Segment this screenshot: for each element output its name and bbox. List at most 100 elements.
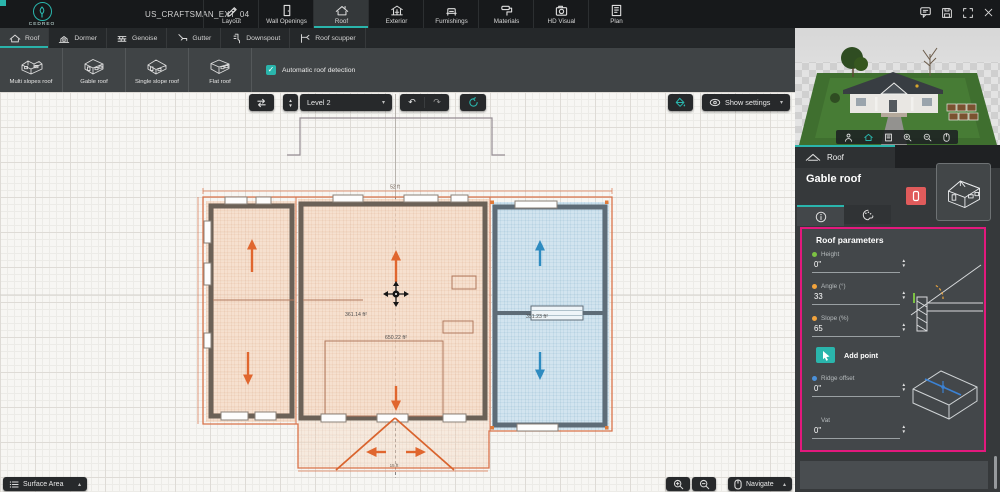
panel-tab-roof[interactable]: Roof	[795, 145, 895, 168]
zoom-in-icon	[673, 479, 684, 490]
list-icon	[9, 480, 19, 489]
checkbox-checked[interactable]: ✓	[266, 65, 276, 75]
tab-hd-visual[interactable]: HD Visual	[533, 0, 589, 28]
close-icon[interactable]	[983, 7, 994, 18]
angle-input[interactable]: 33	[812, 292, 900, 305]
panel-title: Gable roof	[806, 173, 861, 185]
top-bar: CEDREO US_CRAFTSMAN_EXT_04 Layout Wall O…	[0, 0, 1000, 28]
field-vat: Vat 0" ▲▼	[812, 417, 908, 439]
feedback-icon[interactable]	[919, 6, 932, 19]
field-angle: Angle (°) 33 ▲▼	[812, 283, 908, 305]
roof-icon	[805, 152, 821, 164]
tab-exterior[interactable]: Exterior	[368, 0, 424, 28]
cedreo-app: CEDREO US_CRAFTSMAN_EXT_04 Layout Wall O…	[0, 0, 1000, 492]
plan-view-icon[interactable]	[884, 133, 893, 142]
navigate-button[interactable]: Navigate ▴	[728, 477, 792, 491]
tab-furnishings[interactable]: Furnishings	[423, 0, 479, 28]
undo-button[interactable]: ↶	[400, 97, 425, 108]
cursor-click-icon	[816, 347, 835, 363]
area-label-middle: 650.22 ft²	[385, 335, 407, 341]
area-label-right: 351.23 ft²	[526, 314, 548, 320]
tab-layout[interactable]: Layout	[203, 0, 259, 28]
collapsed-section[interactable]	[800, 461, 988, 489]
tool-gable-roof[interactable]: Gable roof	[63, 48, 126, 92]
camera-icon	[555, 4, 568, 17]
porch-dimension-label: 15 ft	[390, 463, 400, 468]
roof-parameters-title: Roof parameters	[816, 235, 884, 245]
mouse-icon[interactable]	[943, 133, 950, 142]
roof-ribbon: Roof Dormer Genoise Gutter Downspout Roo…	[0, 28, 795, 48]
tab-wall-openings[interactable]: Wall Openings	[258, 0, 314, 28]
gable-house-icon	[943, 172, 985, 212]
tab-plan[interactable]: Plan	[588, 0, 644, 28]
ridge-offset-input[interactable]: 0"	[812, 384, 900, 397]
sofa-icon	[445, 4, 458, 17]
chevron-up-icon: ▴	[783, 481, 786, 488]
auto-roof-refresh-button[interactable]	[460, 94, 486, 111]
area-label-left: 361.14 ft²	[345, 312, 367, 318]
panel-scrollbar[interactable]	[994, 456, 997, 489]
redo-button[interactable]: ↷	[425, 97, 449, 108]
save-icon[interactable]	[941, 7, 953, 19]
3d-preview[interactable]	[795, 28, 1000, 145]
ribbon-tab-gutter[interactable]: Gutter	[167, 28, 221, 48]
roof-tools-bar: Multi slopes roof Gable roof Single slop…	[0, 48, 795, 92]
building-icon	[390, 4, 404, 17]
ribbon-tab-dormer[interactable]: Dormer	[49, 28, 107, 48]
tool-multi-slopes-roof[interactable]: Multi slopes roof	[0, 48, 63, 92]
undo-redo-group: ↶ ↷	[400, 94, 449, 111]
tab-roof[interactable]: Roof	[313, 0, 369, 28]
vat-input[interactable]: 0"	[812, 426, 900, 439]
height-input[interactable]: 0"	[812, 260, 900, 273]
paint-roller-icon	[500, 4, 513, 17]
floor-plan-drawing: 52 ft	[0, 90, 795, 492]
ribbon-tab-roof[interactable]: Roof	[0, 28, 49, 48]
top-dimension-label: 52 ft	[390, 185, 400, 191]
zoom-out-button[interactable]	[692, 477, 716, 491]
tab-materials[interactable]: Materials	[478, 0, 534, 28]
paint-roof-button[interactable]	[668, 94, 693, 111]
gutter-icon	[176, 33, 188, 44]
ridge-offset-diagram	[903, 357, 987, 427]
blueprint-icon	[610, 4, 623, 17]
level-stepper[interactable]: ▲▼	[283, 94, 298, 111]
slope-input[interactable]: 65	[812, 324, 900, 337]
ribbon-tab-downspout[interactable]: Downspout	[221, 28, 290, 48]
level-dropdown[interactable]: Level 2 ▾	[300, 94, 392, 111]
delete-roof-button[interactable]	[906, 187, 926, 205]
fullscreen-icon[interactable]	[962, 7, 974, 19]
eraser-icon	[911, 190, 921, 202]
surface-area-button[interactable]: Surface Area ▴	[3, 477, 87, 491]
roof-section-left[interactable]	[206, 201, 296, 422]
height-status-dot	[812, 252, 817, 257]
angle-status-dot	[812, 284, 817, 289]
slope-status-dot	[812, 316, 817, 321]
chevron-up-icon: ▴	[78, 481, 81, 488]
roof-type-thumbnail[interactable]	[936, 163, 991, 221]
door-icon	[280, 4, 293, 17]
3d-scene	[795, 28, 1000, 145]
add-point-button[interactable]: Add point	[816, 347, 878, 363]
tool-single-slope-roof[interactable]: Single slope roof	[126, 48, 189, 92]
roof-view-icon[interactable]	[864, 133, 873, 142]
zoom-in-icon[interactable]	[903, 133, 912, 142]
roof-parameters-section: Roof parameters Height 0" ▲▼ Angle (°) 3…	[800, 227, 986, 452]
chevron-down-icon: ▾	[780, 99, 783, 106]
ribbon-tab-roof-scupper[interactable]: Roof scupper	[290, 28, 365, 48]
show-settings-dropdown[interactable]: Show settings ▾	[702, 94, 790, 111]
roof-icon	[9, 33, 21, 44]
leaf-icon	[33, 2, 52, 21]
cedreo-logo[interactable]: CEDREO	[22, 1, 62, 27]
zoom-out-icon[interactable]	[923, 133, 932, 142]
window-controls	[919, 6, 994, 19]
panel-subtab-materials[interactable]	[844, 205, 891, 224]
person-icon[interactable]	[844, 133, 853, 142]
swap-level-button[interactable]	[249, 94, 274, 111]
tool-flat-roof[interactable]: Flat roof	[189, 48, 252, 92]
zoom-in-button[interactable]	[666, 477, 690, 491]
ribbon-tab-genoise[interactable]: Genoise	[107, 28, 167, 48]
multi-slopes-roof-icon	[18, 56, 44, 77]
corner-accent	[0, 0, 6, 6]
panel-subtab-info[interactable]	[797, 205, 844, 226]
chevron-down-icon: ▾	[382, 99, 385, 106]
